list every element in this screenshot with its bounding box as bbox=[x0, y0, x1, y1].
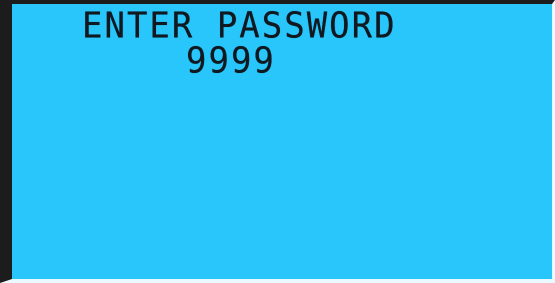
enter-password-prompt: ENTER PASSWORD bbox=[82, 4, 397, 47]
password-value-field[interactable]: 9999 bbox=[186, 43, 276, 79]
lcd-screen: ENTER PASSWORD 9999 bbox=[0, 0, 555, 283]
